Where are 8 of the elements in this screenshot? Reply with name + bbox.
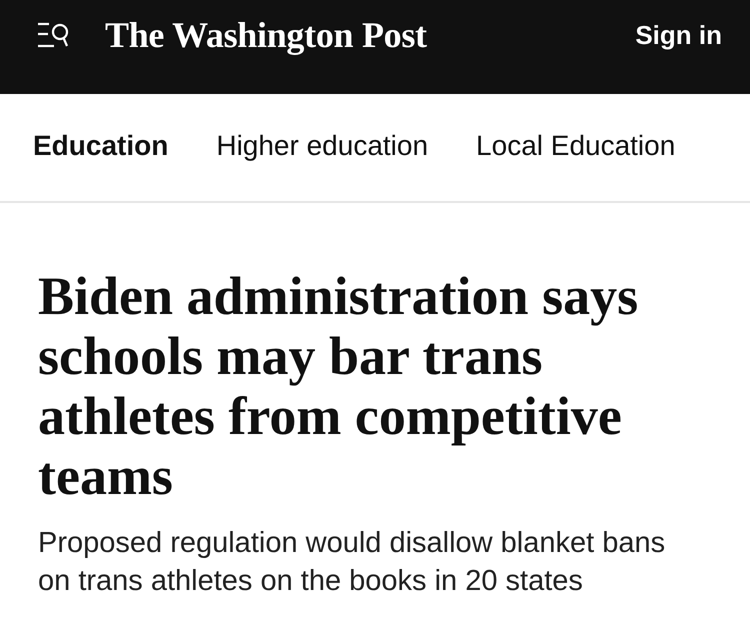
site-logo[interactable]: The Washington Post — [105, 13, 427, 57]
section-tab[interactable]: Higher education — [216, 130, 428, 162]
section-tab[interactable]: Local Education — [476, 130, 676, 162]
section-tab[interactable]: Education — [33, 130, 168, 162]
article-headline: Biden administration says schools may bar trans athletes from competitive teams — [38, 266, 640, 506]
menu-search-icon[interactable] — [37, 22, 69, 48]
article-subheadline: Proposed regulation would disallow blanket bans on trans athletes on the books in 20 states — [38, 526, 666, 599]
sign-in-link[interactable]: Sign in — [635, 13, 722, 57]
